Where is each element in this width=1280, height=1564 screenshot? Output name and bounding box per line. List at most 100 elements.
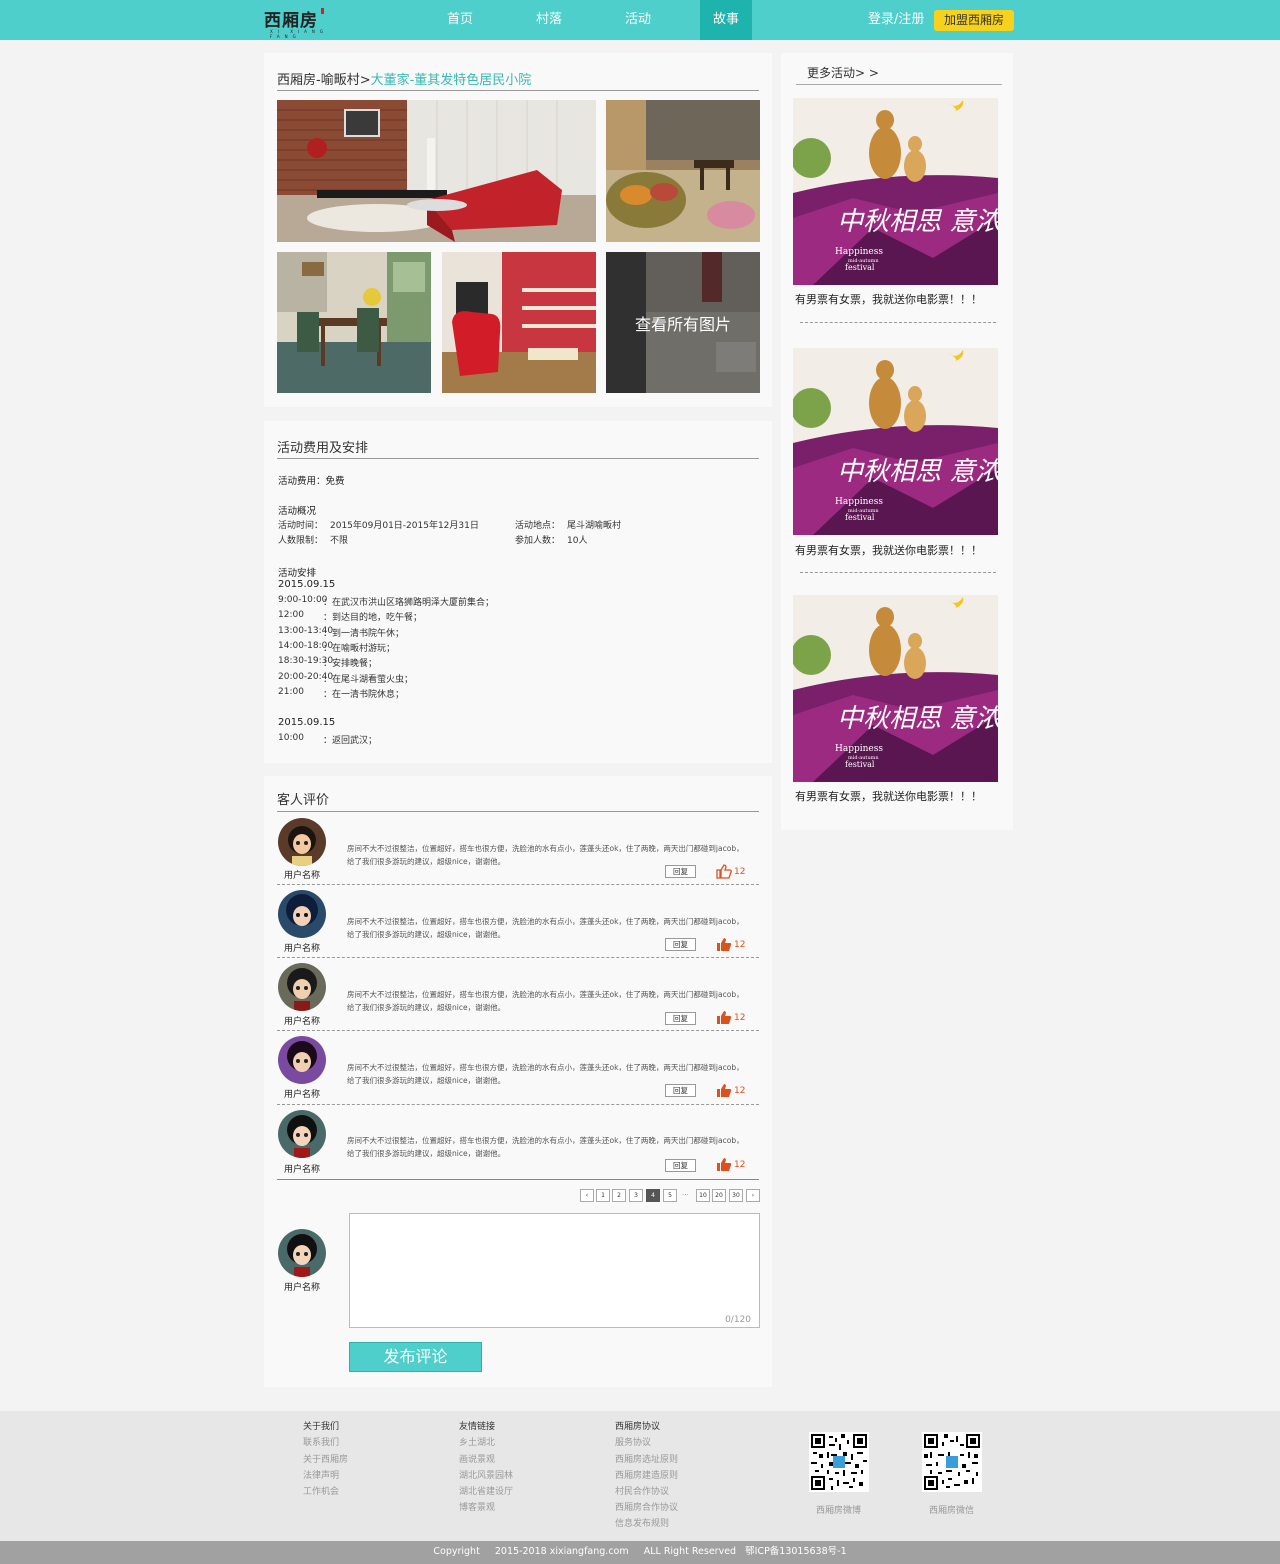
footer-link[interactable]: 西厢房建造原则 (615, 1468, 678, 1481)
gallery-photo-3[interactable] (277, 252, 431, 393)
reply-button[interactable]: 回复 (665, 1084, 696, 1097)
footer-link[interactable]: 村民合作协议 (615, 1484, 669, 1497)
avatar[interactable] (278, 890, 326, 938)
activity-ad-banner[interactable]: 中秋相思 意浓浓 Happiness mid-autumn festival (793, 595, 998, 782)
wechat-label: 西厢房微信 (929, 1506, 975, 1516)
review-username[interactable]: 用户名称 (284, 1087, 320, 1100)
like-button[interactable]: 12 (716, 937, 756, 953)
like-button[interactable]: 12 (716, 1157, 756, 1173)
review-username[interactable]: 用户名称 (284, 1162, 320, 1175)
review-text: 房间不大不过很整洁，位置超好，搭车也很方便，洗脸池的水有点小，莲蓬头还ok，住了… (347, 915, 762, 941)
page-button[interactable]: 5 (663, 1189, 677, 1202)
footer-link[interactable]: 西厢房合作协议 (615, 1500, 678, 1513)
page-button[interactable]: 3 (629, 1189, 643, 1202)
gallery-photo-1[interactable] (277, 100, 596, 242)
footer-link[interactable]: 法律声明 (303, 1468, 339, 1481)
footer-link[interactable]: 联系我们 (303, 1435, 339, 1448)
weibo-qr-code (809, 1432, 869, 1492)
logo-mark (321, 8, 324, 14)
review-line: 给了我们很多游玩的建议，超级nice，谢谢他。 (347, 857, 506, 866)
post-comment-button[interactable]: 发布评论 (349, 1342, 482, 1372)
ad-en-line1: Happiness (835, 247, 883, 257)
comment-textarea[interactable]: 0/120 (349, 1213, 760, 1328)
thumbs-up-outline-icon (716, 864, 732, 879)
footer-link[interactable]: 画说景观 (459, 1452, 495, 1465)
reply-button[interactable]: 回复 (665, 1012, 696, 1025)
footer-link[interactable]: 工作机会 (303, 1484, 339, 1497)
review-username[interactable]: 用户名称 (284, 941, 320, 954)
schedule-heading: 活动安排 (278, 568, 317, 579)
view-all-photos-label: 查看所有图片 (634, 314, 731, 334)
ad-en-line3: festival (845, 263, 875, 272)
ad-brush-text: 中秋相思 意浓浓 (837, 457, 998, 487)
like-button[interactable]: 12 (716, 864, 756, 880)
reply-button[interactable]: 回复 (665, 1159, 696, 1172)
footer-link[interactable]: 信息发布规则 (615, 1516, 669, 1529)
like-count: 12 (734, 867, 746, 877)
place-label: 活动地点： (515, 521, 561, 531)
footer-link[interactable]: 服务协议 (615, 1435, 651, 1448)
gallery-photo-5[interactable]: 查看所有图片 (606, 252, 760, 393)
page-button-current[interactable]: 4 (646, 1189, 660, 1202)
page-button[interactable]: 2 (612, 1189, 626, 1202)
nav-activities[interactable]: 活动 (612, 0, 664, 40)
avatar[interactable] (278, 1110, 326, 1158)
activity-ad-caption[interactable]: 有男票有女票，我就送你电影票！！！ (795, 291, 982, 307)
review-text: 房间不大不过很整洁，位置超好，搭车也很方便，洗脸池的水有点小，莲蓬头还ok，住了… (347, 842, 762, 868)
reply-button[interactable]: 回复 (665, 938, 696, 951)
review-username[interactable]: 用户名称 (284, 1014, 320, 1027)
activity-ad-caption[interactable]: 有男票有女票，我就送你电影票！！！ (795, 788, 982, 804)
page-button[interactable]: 20 (712, 1189, 726, 1202)
page-button[interactable]: 1 (596, 1189, 610, 1202)
review-line: 给了我们很多游玩的建议，超级nice，谢谢他。 (347, 1149, 506, 1158)
logo-text: 西厢房 (264, 11, 318, 31)
page-button[interactable]: 30 (729, 1189, 743, 1202)
title-divider (277, 811, 759, 812)
review-separator (277, 957, 759, 958)
avatar[interactable] (278, 1036, 326, 1084)
limit-label: 人数限制： (278, 536, 324, 546)
like-button[interactable]: 12 (716, 1010, 756, 1026)
ad-en-line1: Happiness (835, 744, 883, 754)
activity-ad-banner[interactable]: 中秋相思 意浓浓 Happiness mid-autumn festival (793, 348, 998, 535)
footer-link[interactable]: 湖北风景园林 (459, 1468, 513, 1481)
review-username[interactable]: 用户名称 (284, 868, 320, 881)
view-all-photos-overlay[interactable]: 查看所有图片 (606, 252, 760, 393)
review-line: 给了我们很多游玩的建议，超级nice，谢谢他。 (347, 1003, 506, 1012)
char-counter: 0/120 (725, 1315, 751, 1325)
wechat-qr-code (922, 1432, 982, 1492)
avatar[interactable] (278, 963, 326, 1011)
nav-stories[interactable]: 故事 (700, 0, 752, 40)
breadcrumb-current: 大董家-董其发特色居民小院 (370, 73, 532, 88)
schedule-desc: ：在武汉市洪山区珞狮路明泽大厦前集合； (323, 598, 495, 608)
logo-subtext: XI XIANG FANG (270, 29, 328, 39)
footer-heading: 关于我们 (303, 1422, 340, 1432)
login-register-link[interactable]: 登录/注册 (868, 0, 924, 40)
footer-link[interactable]: 博客景观 (459, 1500, 495, 1513)
copyright-bar: Copyright 2015-2018 xixiangfang.com ALL … (0, 1541, 1280, 1564)
gallery-photo-2[interactable] (606, 100, 760, 242)
page-button[interactable]: 10 (696, 1189, 710, 1202)
schedule-date-1: 2015.09.15 (278, 579, 336, 590)
more-activities-title[interactable]: 更多活动> > (807, 64, 879, 81)
avatar[interactable] (278, 818, 326, 866)
footer-link[interactable]: 湖北省建设厅 (459, 1484, 513, 1497)
nav-villages[interactable]: 村落 (523, 0, 575, 40)
like-button[interactable]: 12 (716, 1083, 756, 1099)
footer-link[interactable]: 关于西厢房 (303, 1452, 348, 1465)
reply-button[interactable]: 回复 (665, 865, 696, 878)
join-button[interactable]: 加盟西厢房 (934, 10, 1014, 31)
activity-ad-banner[interactable]: 中秋相思 意浓浓 Happiness mid-autumn festival (793, 98, 998, 285)
nav-home[interactable]: 首页 (434, 0, 486, 40)
next-page-button[interactable]: › (746, 1189, 760, 1202)
footer-heading: 西厢房协议 (615, 1422, 661, 1432)
joined-value: 10人 (567, 536, 588, 546)
gallery-photo-4[interactable] (442, 252, 596, 393)
site-logo[interactable]: 西厢房 XI XIANG FANG (264, 6, 328, 39)
breadcrumb-prefix[interactable]: 西厢房-喻畈村> (277, 73, 371, 88)
footer-link[interactable]: 西厢房选址原则 (615, 1452, 678, 1465)
composer-avatar (278, 1229, 326, 1277)
footer-link[interactable]: 乡土湖北 (459, 1435, 495, 1448)
activity-ad-caption[interactable]: 有男票有女票，我就送你电影票！！！ (795, 542, 982, 558)
prev-page-button[interactable]: ‹ (580, 1189, 594, 1202)
